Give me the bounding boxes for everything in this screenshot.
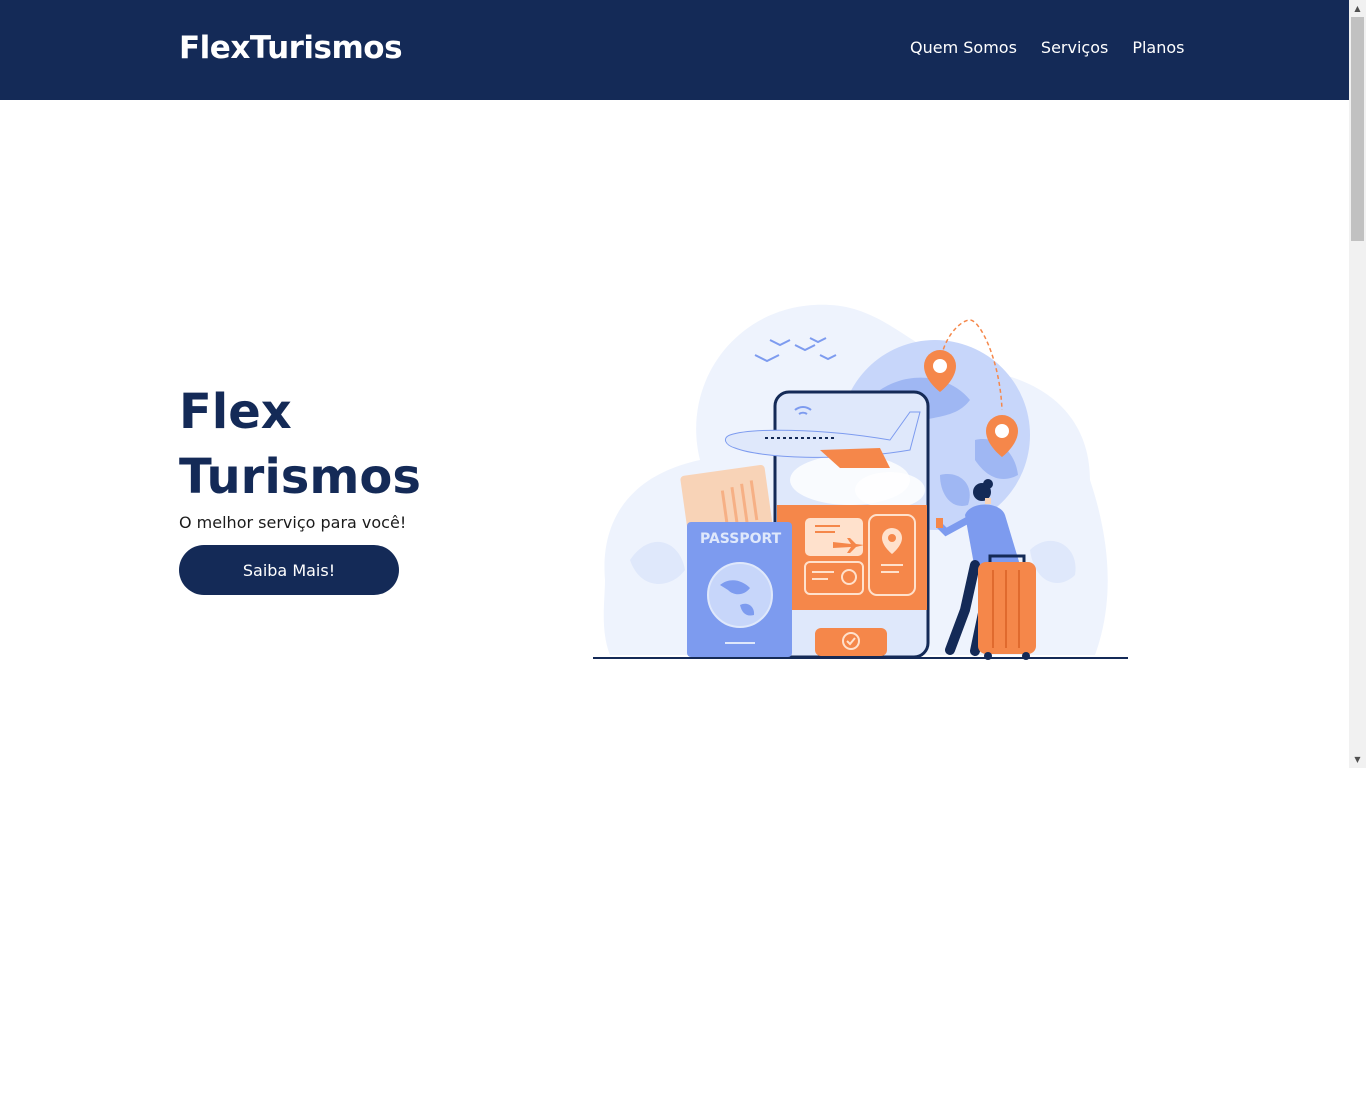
passport-label: PASSPORT <box>700 531 782 547</box>
top-navbar: FlexTurismos Quem Somos Serviços Planos <box>0 0 1349 100</box>
browser-viewport: FlexTurismos Quem Somos Serviços Planos … <box>0 0 1366 768</box>
nav-link-quem-somos[interactable]: Quem Somos <box>910 38 1017 57</box>
nav-menu: Quem Somos Serviços Planos <box>910 38 1185 57</box>
hero-subtitle: O melhor serviço para você! <box>179 513 407 532</box>
chevron-down-icon[interactable]: ▼ <box>1349 751 1366 768</box>
chevron-up-icon[interactable]: ▲ <box>1349 0 1366 17</box>
nav-link-planos[interactable]: Planos <box>1132 38 1184 57</box>
page-scrollbar[interactable]: ▲ ▼ <box>1349 0 1366 768</box>
travel-illustration: PASSPORT <box>593 304 1128 660</box>
hero-title: Flex Turismos <box>179 380 479 510</box>
nav-link-servicos[interactable]: Serviços <box>1041 38 1108 57</box>
hero-title-line-2: Turismos <box>179 449 421 505</box>
hero-title-line-1: Flex <box>179 384 292 440</box>
scrollbar-thumb[interactable] <box>1351 17 1364 241</box>
brand-logo[interactable]: FlexTurismos <box>179 30 403 66</box>
saiba-mais-button[interactable]: Saiba Mais! <box>179 545 399 595</box>
